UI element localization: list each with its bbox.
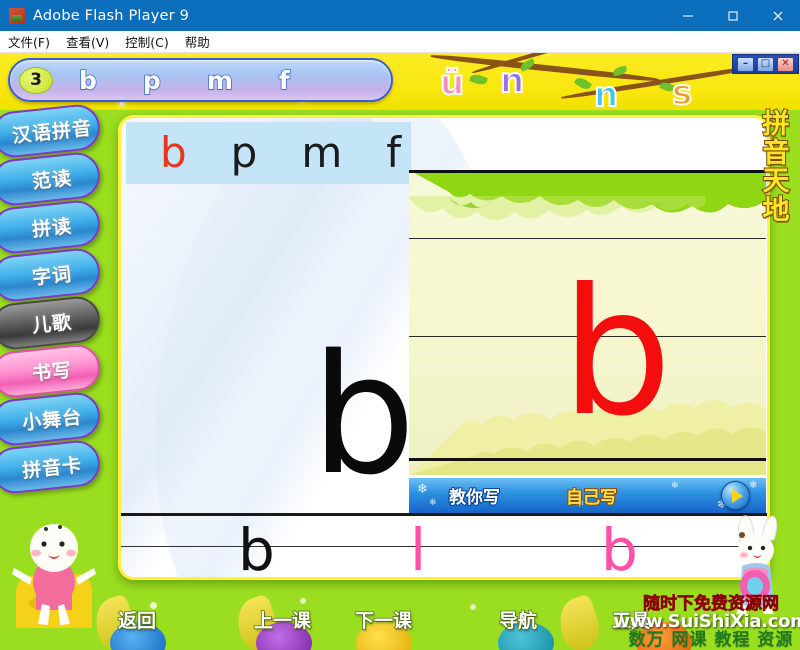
menu-help[interactable]: 帮助 <box>185 32 210 51</box>
sidebar-item-zici[interactable]: 字词 <box>0 246 103 304</box>
self-write-button[interactable]: 自己写 <box>565 483 618 509</box>
writing-grid-panel: b <box>409 170 766 475</box>
flash-player-icon <box>9 7 25 24</box>
close-button[interactable] <box>755 0 800 31</box>
practice-letter-1: b <box>238 516 275 580</box>
sparkle <box>470 604 476 610</box>
letter-tab-p[interactable]: p <box>231 132 258 174</box>
sidebar-item-label: 儿歌 <box>31 310 74 337</box>
letter-strip: b p m f <box>126 122 411 184</box>
practice-letter-3: b <box>601 516 638 580</box>
menubar: 文件(F) 查看(V) 控制(C) 帮助 <box>0 31 800 53</box>
decor-letter-n1: n <box>499 60 525 102</box>
grid-target-letter: b <box>561 252 673 455</box>
sidebar: 汉语拼音 范读 拼读 字词 儿歌 书写 小舞台 拼音卡 <box>0 102 112 528</box>
snowflake-icon: ❄ <box>671 481 679 491</box>
flash-window-controls: – □ ✕ <box>732 54 799 74</box>
flash-maximize-button[interactable]: □ <box>757 56 774 72</box>
lesson-title-pill: 3 b p m f <box>8 58 393 102</box>
writing-control-bar: ❄ ❄ ❄ ❄ ❄ ❄ 教你写 自己写 <box>409 478 766 513</box>
menu-view[interactable]: 查看(V) <box>66 32 109 51</box>
practice-line-middle <box>121 546 767 548</box>
watermark-line-3: 数万 网课 教程 资源 <box>628 629 794 650</box>
site-watermark: 随时下免费资源网 www.SuiShiXia.com 数万 网课 教程 资源 <box>613 595 800 650</box>
decor-letter-u: ü <box>439 62 465 104</box>
watermark-line-2: www.SuiShiXia.com <box>613 611 800 633</box>
letter-tab-f[interactable]: f <box>386 132 401 174</box>
sidebar-item-label: 汉语拼音 <box>11 116 94 147</box>
pill-letter-p: p <box>142 65 161 96</box>
pill-letter-f: f <box>278 65 290 96</box>
sidebar-item-erge[interactable]: 儿歌 <box>0 294 103 352</box>
menu-file[interactable]: 文件(F) <box>8 32 50 51</box>
pill-letter-m: m <box>206 65 234 96</box>
practice-area[interactable]: b l b <box>121 513 767 580</box>
grid-line-bottom <box>409 458 766 461</box>
window-controls <box>665 0 800 31</box>
nav-prev-lesson[interactable]: 上一课 <box>253 606 312 633</box>
sidebar-item-label: 拼读 <box>31 214 74 241</box>
leaf-decoration <box>468 72 489 87</box>
menu-control[interactable]: 控制(C) <box>125 32 168 51</box>
vertical-title: 拼 音 天 地 <box>756 109 796 226</box>
nav-back[interactable]: 返回 <box>117 606 157 633</box>
sidebar-item-label: 书写 <box>31 358 74 385</box>
header-band: ü n n s 3 b p m f – □ ✕ <box>0 53 800 110</box>
decor-letter-s: s <box>671 72 693 110</box>
grid-line-top <box>409 170 766 173</box>
play-triangle <box>731 488 743 503</box>
flash-close-button[interactable]: ✕ <box>777 56 794 72</box>
vtitle-char-4: 地 <box>762 194 791 226</box>
sidebar-item-shuxie[interactable]: 书写 <box>0 342 103 400</box>
decor-letter-n2: n <box>593 74 619 110</box>
practice-line-top <box>121 513 767 516</box>
snowflake-icon: ❄ <box>749 480 758 491</box>
letter-tab-m[interactable]: m <box>301 132 342 174</box>
pill-letter-b: b <box>78 65 97 96</box>
play-icon[interactable] <box>721 481 750 510</box>
sidebar-item-xiaowutai[interactable]: 小舞台 <box>0 390 103 448</box>
minimize-button[interactable] <box>665 0 710 31</box>
sidebar-item-label: 小舞台 <box>21 405 84 434</box>
leaf-decoration <box>573 75 593 92</box>
lesson-number-badge: 3 <box>19 66 53 94</box>
snowflake-icon: ❄ <box>417 482 428 497</box>
sidebar-item-pinyinka[interactable]: 拼音卡 <box>0 438 103 496</box>
sidebar-item-label: 范读 <box>31 166 74 193</box>
snowflake-icon: ❄ <box>429 498 437 508</box>
window-title: Adobe Flash Player 9 <box>33 7 190 24</box>
flash-minimize-button[interactable]: – <box>737 56 754 72</box>
nav-next-lesson[interactable]: 下一课 <box>354 606 413 633</box>
vtitle-char-2: 音 <box>762 137 791 169</box>
big-demo-letter: b <box>311 319 416 511</box>
vtitle-char-3: 天 <box>762 166 791 198</box>
window-titlebar: Adobe Flash Player 9 <box>0 0 800 31</box>
sidebar-item-fandu[interactable]: 范读 <box>0 150 103 208</box>
grass-decoration <box>552 593 606 650</box>
teach-write-button[interactable]: 教你写 <box>448 483 501 509</box>
sidebar-item-label: 拼音卡 <box>21 453 84 482</box>
practice-letter-2: l <box>410 516 427 580</box>
sidebar-item-pindu[interactable]: 拼读 <box>0 198 103 256</box>
flash-stage: ü n n s 3 b p m f – □ ✕ 汉语拼音 范读 拼读 字词 儿歌 <box>0 53 800 650</box>
letter-tab-b[interactable]: b <box>160 132 187 174</box>
grid-line-upper <box>409 238 766 240</box>
lesson-card: b p m f b b ❄ ❄ ❄ ❄ ❄ ❄ 教你写 自己写 b l b <box>118 115 770 580</box>
vtitle-char-1: 拼 <box>762 109 791 140</box>
sparkle <box>300 598 306 604</box>
maximize-button[interactable] <box>710 0 755 31</box>
sidebar-item-hanyu-pinyin[interactable]: 汉语拼音 <box>0 102 103 160</box>
nav-navigation[interactable]: 导航 <box>498 606 538 633</box>
sidebar-item-label: 字词 <box>31 262 74 289</box>
